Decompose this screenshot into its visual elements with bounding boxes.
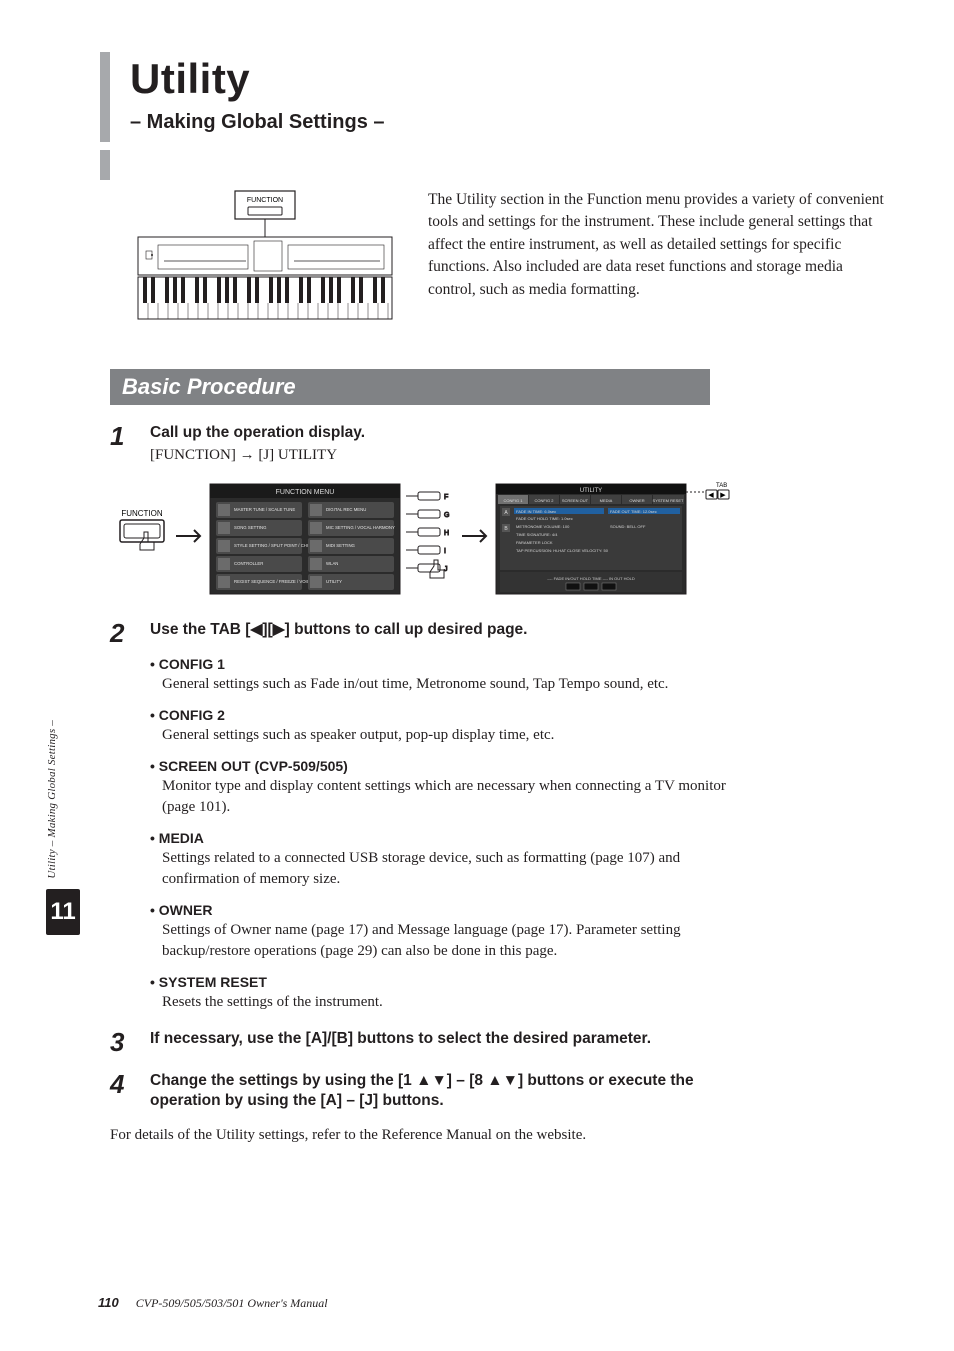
util-field-0: FADE IN TIME: 6.0sec (516, 509, 556, 514)
details-reference-line: For details of the Utility settings, ref… (110, 1127, 894, 1144)
util-footer: ---- FADE IN/OUT HOLD TIME ---- IN OUT H… (547, 576, 635, 581)
bullet-screen-out: • SCREEN OUT (CVP-509/505) Monitor type … (150, 758, 750, 818)
step-4: 4 Change the settings by using the [1 ▲▼… (110, 1071, 750, 1111)
step-1-title: Call up the operation display. (150, 423, 750, 443)
svg-text:▶: ▶ (720, 492, 726, 499)
step-2-number: 2 (110, 620, 134, 646)
section-title: Basic Procedure (122, 374, 296, 400)
tab-label-text: TAB (716, 483, 727, 489)
step-1-figure: FUNCTION FUNCTION MENU (110, 474, 750, 604)
bullet-media-label: • MEDIA (150, 830, 750, 846)
side-tab-label: Utility – Making Global Settings – (46, 720, 58, 879)
util-field-1: FADE OUT TIME: 12.0sec (610, 509, 657, 514)
utility-tab-5: SYSTEM RESET (653, 498, 684, 503)
menu-item-left-1: SONG SETTING (234, 525, 267, 530)
side-tab: Utility – Making Global Settings – 11 (46, 720, 78, 935)
bullet-screen-out-desc: Monitor type and display content setting… (162, 776, 750, 818)
bullet-screen-out-label: • SCREEN OUT (CVP-509/505) (150, 758, 750, 774)
chapter-number-box: 11 (46, 889, 80, 935)
bullet-system-reset: • SYSTEM RESET Resets the settings of th… (150, 974, 750, 1013)
page-spine-top (100, 52, 110, 142)
util-field-4: SOUND: BELL OFF (610, 524, 646, 529)
utility-tab-0: CONFIG 1 (504, 498, 524, 503)
bullet-config1-label: • CONFIG 1 (150, 656, 750, 672)
svg-text:◀: ◀ (708, 492, 714, 499)
section-bar: Basic Procedure (110, 369, 710, 405)
utility-tab-3: MEDIA (600, 498, 613, 503)
menu-item-right-4: UTILITY (326, 579, 342, 584)
bullet-owner-label: • OWNER (150, 902, 750, 918)
bullet-system-reset-desc: Resets the settings of the instrument. (162, 992, 750, 1013)
function-button-label: FUNCTION (121, 509, 163, 518)
bullet-config2: • CONFIG 2 General settings such as spea… (150, 707, 750, 746)
function-callout-label: FUNCTION (247, 197, 283, 204)
bullet-owner-desc: Settings of Owner name (page 17) and Mes… (162, 920, 750, 962)
title-block: Utility – Making Global Settings – (130, 55, 894, 134)
bullet-config1: • CONFIG 1 General settings such as Fade… (150, 656, 750, 695)
utility-tab-2: SCREEN OUT (562, 498, 589, 503)
svg-text:F: F (444, 494, 448, 501)
util-field-7: TAP PERCUSSION: Hi-HAT CLOSE VELOCITY: 5… (516, 548, 609, 553)
bullet-config2-desc: General settings such as speaker output,… (162, 725, 750, 746)
utility-title: UTILITY (580, 488, 602, 494)
bullet-system-reset-label: • SYSTEM RESET (150, 974, 750, 990)
bullet-config2-label: • CONFIG 2 (150, 707, 750, 723)
step-2: 2 Use the TAB [◀][▶] buttons to call up … (110, 620, 750, 1013)
page-spine-bottom (100, 150, 110, 180)
device-illustration: FUNCTION (130, 189, 400, 329)
utility-tab-4: OWNER (629, 498, 644, 503)
svg-text:J: J (444, 566, 448, 573)
step-1: 1 Call up the operation display. [FUNCTI… (110, 423, 750, 604)
menu-item-left-0: MASTER TUNE / SCALE TUNE (234, 507, 295, 512)
function-menu-title: FUNCTION MENU (276, 489, 335, 496)
util-field-5: TIME SIGNATURE: 4/4 (516, 532, 558, 537)
svg-text:H: H (444, 530, 449, 537)
util-field-6: PARAMETER LOCK (516, 540, 553, 545)
step-4-title: Change the settings by using the [1 ▲▼] … (150, 1071, 750, 1111)
util-field-2: FADE OUT HOLD TIME: 1.0sec (516, 516, 573, 521)
page-title: Utility (130, 55, 894, 103)
menu-item-right-0: DIGITAL REC MENU (326, 507, 366, 512)
menu-item-left-3: CONTROLLER (234, 561, 263, 566)
menu-item-right-1: MIC SETTING / VOCAL HARMONY (326, 525, 395, 530)
step-2-title: Use the TAB [◀][▶] buttons to call up de… (150, 620, 750, 640)
svg-text:I: I (444, 548, 446, 555)
bullet-config1-desc: General settings such as Fade in/out tim… (162, 674, 750, 695)
bullet-media-desc: Settings related to a connected USB stor… (162, 848, 750, 890)
step-1-subtitle: [FUNCTION] → [J] UTILITY (150, 447, 750, 464)
step-1-number: 1 (110, 423, 134, 449)
util-field-3: METRONOME VOLUME: 100 (516, 524, 570, 529)
menu-item-right-2: MIDI SETTING (326, 543, 356, 548)
svg-text:G: G (444, 512, 449, 519)
bullet-media: • MEDIA Settings related to a connected … (150, 830, 750, 890)
step-4-number: 4 (110, 1071, 134, 1097)
menu-item-right-3: WLAN (326, 561, 338, 566)
intro-paragraph: The Utility section in the Function menu… (428, 189, 894, 301)
utility-tab-1: CONFIG 2 (535, 498, 555, 503)
page-number: 110 (98, 1295, 119, 1310)
manual-name: CVP-509/505/503/501 Owner's Manual (136, 1296, 328, 1310)
step-3-title: If necessary, use the [A]/[B] buttons to… (150, 1029, 750, 1049)
page-subtitle: – Making Global Settings – (130, 111, 894, 134)
step-3: 3 If necessary, use the [A]/[B] buttons … (110, 1029, 750, 1055)
step-3-number: 3 (110, 1029, 134, 1055)
bullet-owner: • OWNER Settings of Owner name (page 17)… (150, 902, 750, 962)
page-footer: 110 CVP-509/505/503/501 Owner's Manual (98, 1295, 328, 1311)
